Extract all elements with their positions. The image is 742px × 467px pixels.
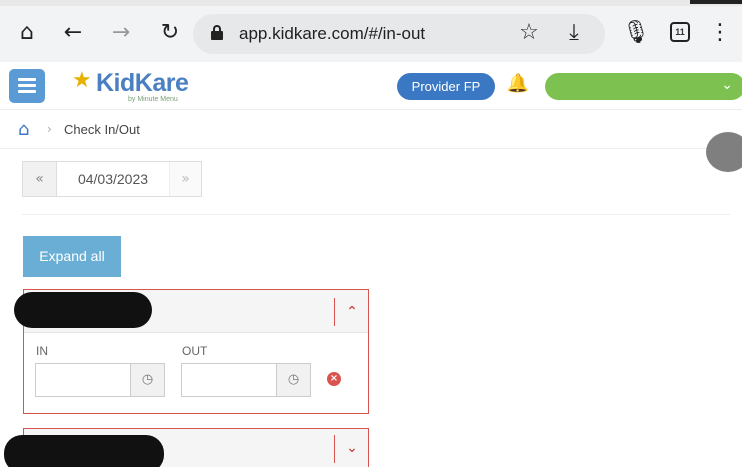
- date-field[interactable]: 04/03/2023: [57, 162, 169, 196]
- back-icon[interactable]: ←: [60, 20, 86, 46]
- next-date-button[interactable]: »: [169, 162, 201, 196]
- star-icon[interactable]: ☆: [516, 20, 542, 46]
- chevron-down-icon: ⌄: [721, 77, 733, 93]
- bell-icon[interactable]: 🔔: [506, 73, 530, 99]
- logo-star-icon: ★: [72, 68, 92, 93]
- date-navigator: « 04/03/2023 »: [22, 161, 202, 197]
- child-panel: ⌃ IN OUT ◷ ◷ ×: [14, 289, 369, 414]
- reload-icon[interactable]: ↻: [157, 20, 183, 46]
- app-header: ★ KidKare by Minute Menu Provider FP 🔔 ⌄: [0, 62, 742, 110]
- url-text[interactable]: app.kidkare.com/#/in-out: [239, 24, 425, 44]
- chevron-right-icon: ›: [47, 122, 52, 136]
- redacted-child-name: [4, 435, 164, 467]
- check-in-time-input[interactable]: ◷: [35, 363, 165, 397]
- status-strip: [0, 0, 742, 6]
- home-icon[interactable]: ⌂: [18, 119, 29, 140]
- mic-icon[interactable]: 🎙: [622, 20, 650, 46]
- expand-all-button[interactable]: Expand all: [23, 236, 121, 277]
- logo-text: KidKare: [96, 69, 189, 97]
- forward-icon[interactable]: →: [108, 20, 134, 46]
- home-icon[interactable]: ⌂: [14, 20, 40, 46]
- divider: [22, 214, 730, 215]
- more-icon[interactable]: ⋮: [707, 20, 733, 46]
- kidkare-logo[interactable]: ★ KidKare by Minute Menu: [72, 66, 207, 106]
- divider: [334, 435, 335, 463]
- download-icon[interactable]: ⤓: [561, 20, 587, 46]
- child-panel[interactable]: ⌄: [4, 428, 369, 467]
- floating-action-button[interactable]: [706, 132, 742, 172]
- remove-icon[interactable]: ×: [327, 372, 341, 386]
- previous-date-button[interactable]: «: [23, 162, 57, 196]
- breadcrumb-current: Check In/Out: [64, 122, 140, 137]
- check-out-time-input[interactable]: ◷: [181, 363, 311, 397]
- tabs-icon[interactable]: 11: [670, 22, 690, 42]
- divider: [334, 298, 335, 326]
- account-dropdown[interactable]: ⌄: [545, 73, 742, 100]
- provider-button[interactable]: Provider FP: [397, 73, 495, 100]
- address-bar[interactable]: app.kidkare.com/#/in-out: [193, 14, 605, 54]
- clock-icon[interactable]: ◷: [130, 364, 164, 396]
- menu-button[interactable]: [9, 69, 45, 103]
- redacted-child-name: [14, 292, 152, 328]
- status-indicator: [690, 0, 742, 4]
- logo-subtext: by Minute Menu: [128, 96, 178, 103]
- browser-toolbar: ⌂ ← → ↻ app.kidkare.com/#/in-out ☆ ⤓ 🎙 1…: [0, 0, 742, 62]
- out-label: OUT: [182, 344, 208, 358]
- in-label: IN: [36, 344, 48, 358]
- chevron-up-icon[interactable]: ⌃: [340, 300, 364, 324]
- chevron-down-icon[interactable]: ⌄: [340, 436, 364, 460]
- lock-icon: [211, 25, 223, 40]
- child-panel-header[interactable]: ⌃: [14, 290, 368, 333]
- clock-icon[interactable]: ◷: [276, 364, 310, 396]
- breadcrumb: ⌂ › Check In/Out: [0, 111, 742, 149]
